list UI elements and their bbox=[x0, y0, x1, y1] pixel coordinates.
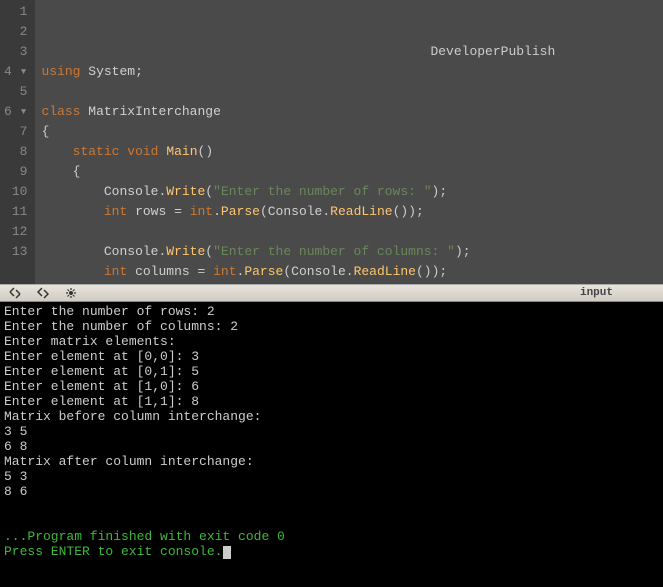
terminal-line: 6 8 bbox=[4, 439, 659, 454]
code-line[interactable]: Console.Write("Enter the number of colum… bbox=[41, 242, 657, 262]
terminal-line: 8 6 bbox=[4, 484, 659, 499]
code-line[interactable]: int rows = int.Parse(Console.ReadLine())… bbox=[41, 202, 657, 222]
code-line[interactable]: using System; bbox=[41, 62, 657, 82]
line-number: 4 ▾ bbox=[4, 62, 27, 82]
line-number: 2 bbox=[4, 22, 27, 42]
terminal-line bbox=[4, 499, 659, 514]
settings-icon[interactable] bbox=[64, 286, 78, 300]
line-number: 12 bbox=[4, 222, 27, 242]
line-number-gutter: 1234 ▾56 ▾78910111213 bbox=[0, 0, 35, 284]
terminal-cursor bbox=[223, 546, 231, 559]
code-line[interactable]: int columns = int.Parse(Console.ReadLine… bbox=[41, 262, 657, 282]
line-number: 1 bbox=[4, 2, 27, 22]
line-number: 8 bbox=[4, 142, 27, 162]
line-number: 6 ▾ bbox=[4, 102, 27, 122]
terminal-line: Matrix before column interchange: bbox=[4, 409, 659, 424]
terminal-line: Enter element at [1,0]: 6 bbox=[4, 379, 659, 394]
code-line[interactable] bbox=[41, 222, 657, 242]
terminal-line: Enter the number of columns: 2 bbox=[4, 319, 659, 334]
line-number: 13 bbox=[4, 242, 27, 262]
code-line[interactable]: { bbox=[41, 162, 657, 182]
expand-icon[interactable] bbox=[36, 286, 50, 300]
line-number: 10 bbox=[4, 182, 27, 202]
terminal-status-line: ...Program finished with exit code 0 bbox=[4, 529, 659, 544]
code-line[interactable]: static void Main() bbox=[41, 142, 657, 162]
line-number: 5 bbox=[4, 82, 27, 102]
terminal-line: Enter element at [0,0]: 3 bbox=[4, 349, 659, 364]
collapse-icon[interactable] bbox=[8, 286, 22, 300]
code-line[interactable]: Console.Write("Enter the number of rows:… bbox=[41, 182, 657, 202]
code-area[interactable]: DeveloperPublish using System; class Matr… bbox=[35, 0, 663, 284]
watermark-text: DeveloperPublish bbox=[430, 42, 555, 62]
terminal-line: Enter the number of rows: 2 bbox=[4, 304, 659, 319]
terminal-prompt-line: Press ENTER to exit console. bbox=[4, 544, 659, 559]
terminal-tab-label[interactable]: input bbox=[580, 287, 613, 299]
terminal-line: 5 3 bbox=[4, 469, 659, 484]
line-number: 3 bbox=[4, 42, 27, 62]
pane-divider[interactable]: input bbox=[0, 284, 663, 302]
terminal-line: Enter element at [1,1]: 8 bbox=[4, 394, 659, 409]
line-number: 9 bbox=[4, 162, 27, 182]
terminal-output[interactable]: Enter the number of rows: 2Enter the num… bbox=[0, 302, 663, 587]
code-line[interactable]: { bbox=[41, 122, 657, 142]
line-number: 7 bbox=[4, 122, 27, 142]
terminal-line: 3 5 bbox=[4, 424, 659, 439]
terminal-line: Enter element at [0,1]: 5 bbox=[4, 364, 659, 379]
code-line[interactable] bbox=[41, 82, 657, 102]
line-number: 11 bbox=[4, 202, 27, 222]
code-line[interactable]: class MatrixInterchange bbox=[41, 102, 657, 122]
terminal-toolbar bbox=[0, 286, 78, 300]
code-editor-pane[interactable]: 1234 ▾56 ▾78910111213 DeveloperPublish u… bbox=[0, 0, 663, 284]
terminal-line: Matrix after column interchange: bbox=[4, 454, 659, 469]
terminal-line: Enter matrix elements: bbox=[4, 334, 659, 349]
